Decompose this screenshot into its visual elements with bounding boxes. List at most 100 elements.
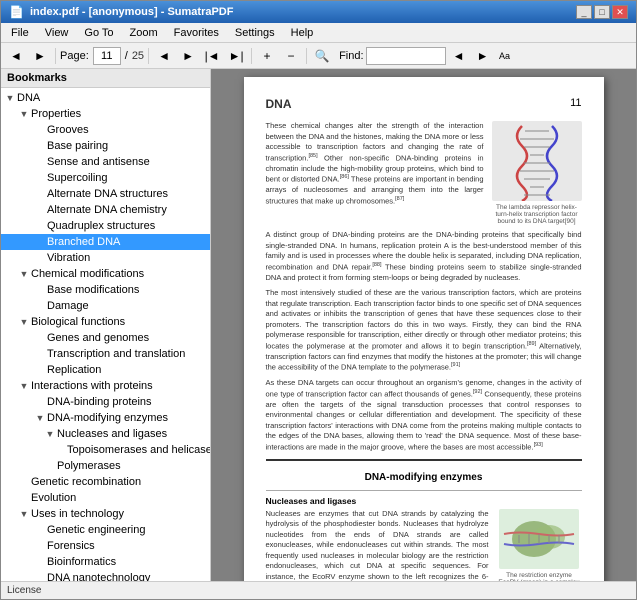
menu-settings[interactable]: Settings bbox=[227, 25, 283, 41]
page-separator: / bbox=[125, 50, 128, 62]
sidebar-item-properties[interactable]: ▼ Properties bbox=[1, 106, 210, 122]
menu-help[interactable]: Help bbox=[283, 25, 322, 41]
sidebar-item-topoisomerases[interactable]: ► Topoisomerases and helicases bbox=[1, 442, 210, 458]
back-button[interactable]: ◄ bbox=[5, 46, 27, 66]
label-altdna: Alternate DNA structures bbox=[47, 188, 168, 200]
zoom-out-button[interactable]: − bbox=[280, 46, 302, 66]
label-supercoiling: Supercoiling bbox=[47, 172, 108, 184]
sidebar-item-usestech[interactable]: ▼ Uses in technology bbox=[1, 506, 210, 522]
paragraph-1-block: The lambda repressor helix-turn-helix tr… bbox=[266, 121, 582, 230]
menu-goto[interactable]: Go To bbox=[76, 25, 121, 41]
label-dna: DNA bbox=[17, 92, 40, 104]
content-area[interactable]: DNA 11 bbox=[211, 69, 636, 581]
enzyme-image-block: The restriction enzyme EcoRV (green) in … bbox=[497, 509, 582, 582]
sidebar-item-dnananotech[interactable]: ► DNA nanotechnology bbox=[1, 570, 210, 581]
label-biofunc: Biological functions bbox=[31, 316, 125, 328]
sidebar-item-replication[interactable]: ► Replication bbox=[1, 362, 210, 378]
separator-2 bbox=[148, 48, 149, 64]
sidebar-item-basepairing[interactable]: ► Base pairing bbox=[1, 138, 210, 154]
toggle-nucligases[interactable]: ▼ bbox=[43, 427, 57, 441]
sidebar-item-vibration[interactable]: ► Vibration bbox=[1, 250, 210, 266]
main-area: Bookmarks ▼ DNA ▼ Properties ► Grooves ► bbox=[1, 69, 636, 581]
sidebar-tree[interactable]: ▼ DNA ▼ Properties ► Grooves ► Base pair… bbox=[1, 88, 210, 581]
titlebar: 📄 index.pdf - [anonymous] - SumatraPDF _… bbox=[1, 1, 636, 23]
find-input[interactable] bbox=[366, 47, 446, 65]
last-page-button[interactable]: ►| bbox=[225, 46, 247, 66]
page-total: 25 bbox=[132, 50, 144, 62]
close-button[interactable]: ✕ bbox=[612, 5, 628, 19]
next-page-button[interactable]: ► bbox=[177, 46, 199, 66]
label-evolution: Evolution bbox=[31, 492, 76, 504]
enzyme-caption: The restriction enzyme EcoRV (green) in … bbox=[497, 572, 582, 582]
page-input[interactable] bbox=[93, 47, 121, 65]
menu-favorites[interactable]: Favorites bbox=[166, 25, 227, 41]
toggle-usestech[interactable]: ▼ bbox=[17, 507, 31, 521]
label-brancheddna: Branched DNA bbox=[47, 236, 120, 248]
sidebar-item-evolution[interactable]: ► Evolution bbox=[1, 490, 210, 506]
sidebar-item-damage[interactable]: ► Damage bbox=[1, 298, 210, 314]
separator-3 bbox=[251, 48, 252, 64]
label-basepairing: Base pairing bbox=[47, 140, 108, 152]
maximize-button[interactable]: □ bbox=[594, 5, 610, 19]
zoom-in-button[interactable]: + bbox=[256, 46, 278, 66]
subsection-title: Nucleases and ligases bbox=[266, 496, 582, 506]
first-page-button[interactable]: |◄ bbox=[201, 46, 223, 66]
sidebar-item-genesgenomes[interactable]: ► Genes and genomes bbox=[1, 330, 210, 346]
sidebar-item-dna[interactable]: ▼ DNA bbox=[1, 90, 210, 106]
sidebar-item-supercoiling[interactable]: ► Supercoiling bbox=[1, 170, 210, 186]
sidebar-item-interactions[interactable]: ▼ Interactions with proteins bbox=[1, 378, 210, 394]
sidebar-item-altdnachem[interactable]: ► Alternate DNA chemistry bbox=[1, 202, 210, 218]
sidebar-item-altdna[interactable]: ► Alternate DNA structures bbox=[1, 186, 210, 202]
sidebar-item-quadruplex[interactable]: ► Quadruplex structures bbox=[1, 218, 210, 234]
page-label: Page: bbox=[60, 50, 89, 62]
window-controls: _ □ ✕ bbox=[576, 5, 628, 19]
toggle-dnamodifying[interactable]: ▼ bbox=[33, 411, 47, 425]
page-nav-group: Page: / 25 bbox=[60, 47, 144, 65]
separator-4 bbox=[306, 48, 307, 64]
toggle-chemmod[interactable]: ▼ bbox=[17, 267, 31, 281]
label-vibration: Vibration bbox=[47, 252, 90, 264]
menu-file[interactable]: File bbox=[3, 25, 37, 41]
prev-page-button[interactable]: ◄ bbox=[153, 46, 175, 66]
sidebar-header: Bookmarks bbox=[1, 69, 210, 88]
toggle-properties[interactable]: ▼ bbox=[17, 107, 31, 121]
label-dnamodifying: DNA-modifying enzymes bbox=[47, 412, 168, 424]
toggle-biofunc[interactable]: ▼ bbox=[17, 315, 31, 329]
label-quadruplex: Quadruplex structures bbox=[47, 220, 155, 232]
label-geneticeng: Genetic engineering bbox=[47, 524, 145, 536]
sidebar-item-brancheddna[interactable]: ► Branched DNA bbox=[1, 234, 210, 250]
sidebar-item-transcription[interactable]: ► Transcription and translation bbox=[1, 346, 210, 362]
label-forensics: Forensics bbox=[47, 540, 95, 552]
sidebar-item-bioinformatics[interactable]: ► Bioinformatics bbox=[1, 554, 210, 570]
sidebar-item-senseantisense[interactable]: ► Sense and antisense bbox=[1, 154, 210, 170]
sidebar: Bookmarks ▼ DNA ▼ Properties ► Grooves ► bbox=[1, 69, 211, 581]
sidebar-item-basemod[interactable]: ► Base modifications bbox=[1, 282, 210, 298]
sidebar-item-biofunc[interactable]: ▼ Biological functions bbox=[1, 314, 210, 330]
menubar: File View Go To Zoom Favorites Settings … bbox=[1, 23, 636, 43]
menu-view[interactable]: View bbox=[37, 25, 77, 41]
sidebar-item-dnabinding[interactable]: ► DNA-binding proteins bbox=[1, 394, 210, 410]
forward-button[interactable]: ► bbox=[29, 46, 51, 66]
paragraph-2: A distinct group of DNA-binding proteins… bbox=[266, 230, 582, 283]
sidebar-item-dnamodifying[interactable]: ▼ DNA-modifying enzymes bbox=[1, 410, 210, 426]
menu-zoom[interactable]: Zoom bbox=[122, 25, 166, 41]
label-dnabinding: DNA-binding proteins bbox=[47, 396, 152, 408]
sidebar-item-geneticrecomb[interactable]: ► Genetic recombination bbox=[1, 474, 210, 490]
label-polymerases: Polymerases bbox=[57, 460, 121, 472]
sidebar-item-geneticeng[interactable]: ► Genetic engineering bbox=[1, 522, 210, 538]
find-next-button[interactable]: ► bbox=[472, 46, 494, 66]
toggle-interactions[interactable]: ▼ bbox=[17, 379, 31, 393]
sidebar-item-chemmod[interactable]: ▼ Chemical modifications bbox=[1, 266, 210, 282]
sidebar-item-grooves[interactable]: ► Grooves bbox=[1, 122, 210, 138]
sidebar-item-forensics[interactable]: ► Forensics bbox=[1, 538, 210, 554]
find-prev-button[interactable]: ◄ bbox=[448, 46, 470, 66]
sidebar-item-nucligases[interactable]: ▼ Nucleases and ligases bbox=[1, 426, 210, 442]
minimize-button[interactable]: _ bbox=[576, 5, 592, 19]
statusbar: License bbox=[1, 581, 636, 599]
label-transcription: Transcription and translation bbox=[47, 348, 185, 360]
search-button[interactable]: 🔍 bbox=[311, 46, 333, 66]
toggle-dna[interactable]: ▼ bbox=[3, 91, 17, 105]
find-match-case-button[interactable]: Aa bbox=[496, 46, 514, 66]
label-chemmod: Chemical modifications bbox=[31, 268, 144, 280]
sidebar-item-polymerases[interactable]: ► Polymerases bbox=[1, 458, 210, 474]
